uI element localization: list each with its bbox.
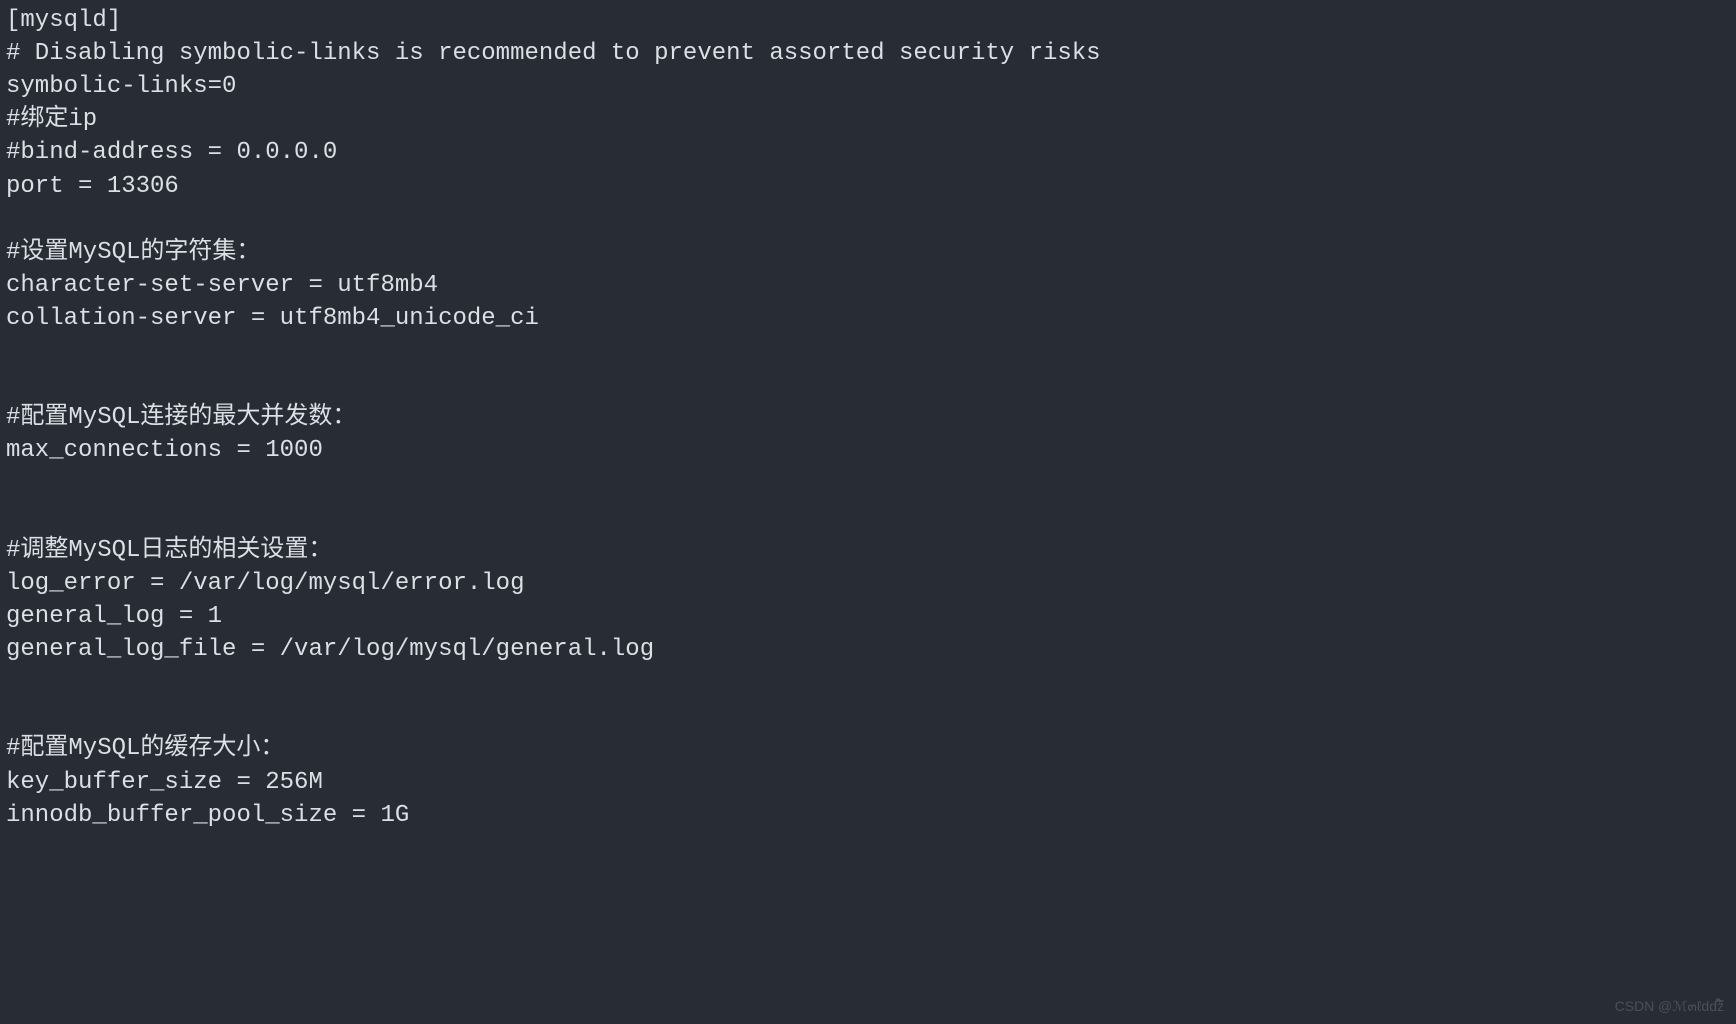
watermark-text: CSDN @ℳ๓ℓddz໌໋ [1615, 997, 1724, 1016]
config-file-content: [mysqld] # Disabling symbolic-links is r… [6, 4, 1730, 832]
